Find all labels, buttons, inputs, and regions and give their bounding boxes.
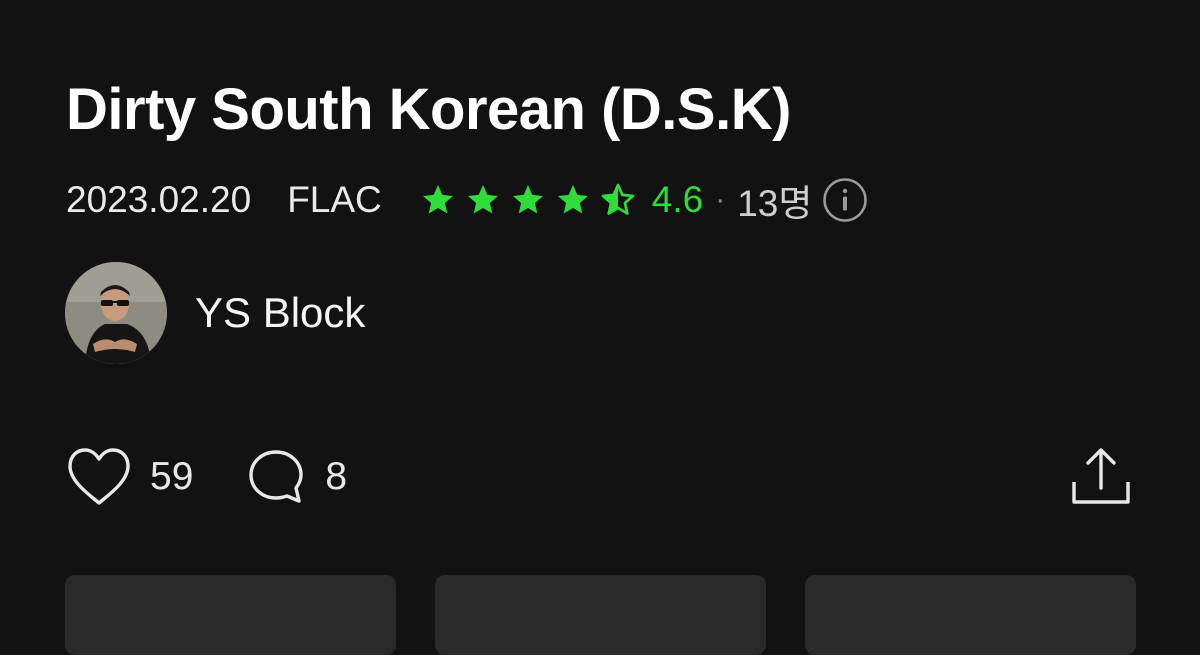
heart-icon bbox=[68, 448, 130, 505]
like-button[interactable]: 59 bbox=[66, 446, 247, 508]
info-circle-icon[interactable] bbox=[822, 177, 868, 223]
star-full-icon bbox=[422, 185, 453, 214]
artist-link[interactable]: YS Block bbox=[65, 262, 365, 364]
rating-count: 13명 bbox=[737, 183, 813, 224]
avatar[interactable] bbox=[65, 262, 167, 364]
artist-name[interactable]: YS Block bbox=[195, 289, 365, 337]
comment-button[interactable]: 8 bbox=[247, 448, 347, 506]
separator-dot: · bbox=[715, 183, 726, 216]
star-half-icon bbox=[601, 183, 635, 215]
related-card[interactable] bbox=[435, 575, 766, 655]
share-icon bbox=[1072, 448, 1130, 504]
related-card[interactable] bbox=[65, 575, 396, 655]
related-card[interactable] bbox=[805, 575, 1136, 655]
release-date: 2023.02.20 bbox=[66, 179, 252, 220]
comment-count: 8 bbox=[325, 455, 348, 498]
star-rating bbox=[420, 182, 636, 218]
album-meta-row: 2023.02.20 FLAC 4.6 · 13명 bbox=[66, 176, 868, 224]
star-full-icon bbox=[512, 185, 543, 214]
comment-bubble-icon bbox=[249, 450, 304, 503]
actions-row: 59 8 bbox=[66, 444, 347, 510]
star-full-icon bbox=[467, 185, 498, 214]
star-full-icon bbox=[557, 185, 588, 214]
share-button[interactable] bbox=[1068, 444, 1134, 510]
rating-value: 4.6 bbox=[651, 179, 704, 220]
audio-format: FLAC bbox=[287, 179, 382, 220]
like-count: 59 bbox=[150, 455, 194, 498]
album-title: Dirty South Korean (D.S.K) bbox=[66, 77, 791, 142]
